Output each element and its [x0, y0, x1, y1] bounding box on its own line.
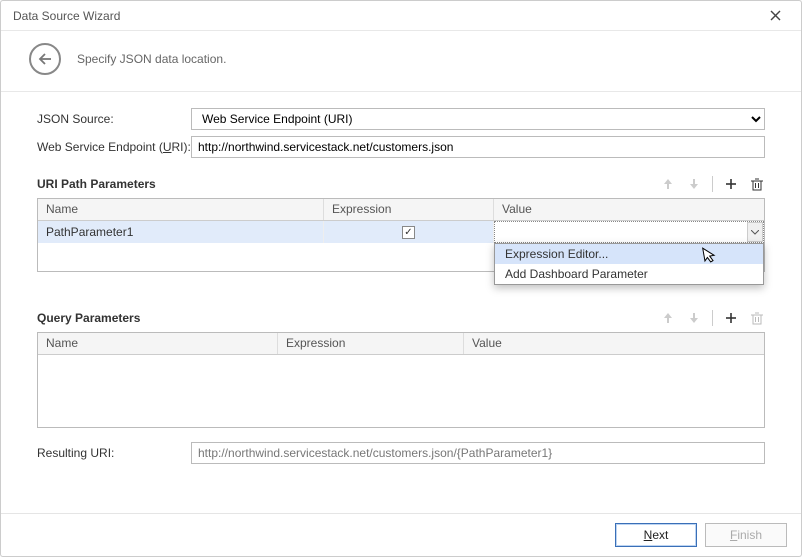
next-button[interactable]: Next	[615, 523, 697, 547]
subheader: Specify JSON data location.	[1, 31, 801, 92]
window-title: Data Source Wizard	[13, 9, 761, 23]
trash-icon	[751, 312, 763, 325]
uri-grid-body: PathParameter1 ✓ Expression Editor...	[38, 221, 764, 271]
query-col-value[interactable]: Value	[464, 333, 764, 354]
finish-button[interactable]: Finish	[705, 523, 787, 547]
param-name-cell[interactable]: PathParameter1	[38, 221, 324, 243]
param-expression-cell[interactable]: ✓	[324, 221, 494, 243]
titlebar: Data Source Wizard	[1, 1, 801, 31]
close-icon	[770, 10, 781, 21]
table-row[interactable]: PathParameter1 ✓ Expression Editor...	[38, 221, 764, 243]
trash-icon	[751, 178, 763, 191]
arrow-left-icon	[38, 53, 52, 65]
wizard-window: Data Source Wizard Specify JSON data loc…	[0, 0, 802, 557]
query-col-name[interactable]: Name	[38, 333, 278, 354]
expression-checkbox[interactable]: ✓	[402, 226, 415, 239]
arrow-up-icon	[663, 312, 673, 324]
plus-icon	[725, 312, 737, 324]
arrow-down-icon	[689, 178, 699, 190]
value-dropdown-menu: Expression Editor... Add Dashboard Param…	[494, 243, 764, 285]
toolbar-separator	[712, 176, 713, 192]
endpoint-row: Web Service Endpoint (URI):	[37, 136, 765, 158]
arrow-up-icon	[663, 178, 673, 190]
uri-params-header: URI Path Parameters	[37, 176, 765, 192]
param-value-input[interactable]	[494, 221, 764, 243]
uri-grid-header: Name Expression Value	[38, 199, 764, 221]
chevron-down-icon	[751, 230, 759, 235]
back-button[interactable]	[29, 43, 61, 75]
menu-add-dashboard-param[interactable]: Add Dashboard Parameter	[495, 264, 763, 284]
resulting-uri-output	[191, 442, 765, 464]
query-grid-body	[38, 355, 764, 427]
uri-col-value[interactable]: Value	[494, 199, 764, 220]
query-col-expression[interactable]: Expression	[278, 333, 464, 354]
delete-button[interactable]	[749, 310, 765, 326]
resulting-uri-label: Resulting URI:	[37, 446, 191, 460]
value-dropdown-toggle[interactable]	[747, 222, 763, 242]
query-grid-header: Name Expression Value	[38, 333, 764, 355]
uri-col-expression[interactable]: Expression	[324, 199, 494, 220]
menu-expression-editor[interactable]: Expression Editor...	[495, 244, 763, 264]
query-params-title: Query Parameters	[37, 311, 660, 325]
add-button[interactable]	[723, 176, 739, 192]
resulting-uri-row: Resulting URI:	[37, 442, 765, 464]
subheader-text: Specify JSON data location.	[77, 52, 226, 66]
delete-button[interactable]	[749, 176, 765, 192]
json-source-select[interactable]: Web Service Endpoint (URI)	[191, 108, 765, 130]
uri-params-grid: Name Expression Value PathParameter1 ✓	[37, 198, 765, 272]
move-up-button[interactable]	[660, 176, 676, 192]
uri-params-toolbar	[660, 176, 765, 192]
close-button[interactable]	[761, 6, 789, 26]
move-up-button[interactable]	[660, 310, 676, 326]
query-params-header: Query Parameters	[37, 310, 765, 326]
wizard-body: JSON Source: Web Service Endpoint (URI) …	[1, 92, 801, 513]
uri-params-title: URI Path Parameters	[37, 177, 660, 191]
uri-col-name[interactable]: Name	[38, 199, 324, 220]
expression-checkbox-wrap: ✓	[332, 226, 485, 239]
plus-icon	[725, 178, 737, 190]
json-source-label: JSON Source:	[37, 112, 191, 126]
param-value-cell[interactable]: Expression Editor... Add Dashboard Param…	[494, 221, 764, 243]
move-down-button[interactable]	[686, 176, 702, 192]
wizard-footer: Next Finish	[1, 513, 801, 556]
endpoint-label: Web Service Endpoint (URI):	[37, 140, 191, 154]
check-icon: ✓	[404, 227, 412, 238]
endpoint-input[interactable]	[191, 136, 765, 158]
toolbar-separator	[712, 310, 713, 326]
query-params-grid: Name Expression Value	[37, 332, 765, 428]
add-button[interactable]	[723, 310, 739, 326]
query-params-toolbar	[660, 310, 765, 326]
arrow-down-icon	[689, 312, 699, 324]
json-source-row: JSON Source: Web Service Endpoint (URI)	[37, 108, 765, 130]
move-down-button[interactable]	[686, 310, 702, 326]
